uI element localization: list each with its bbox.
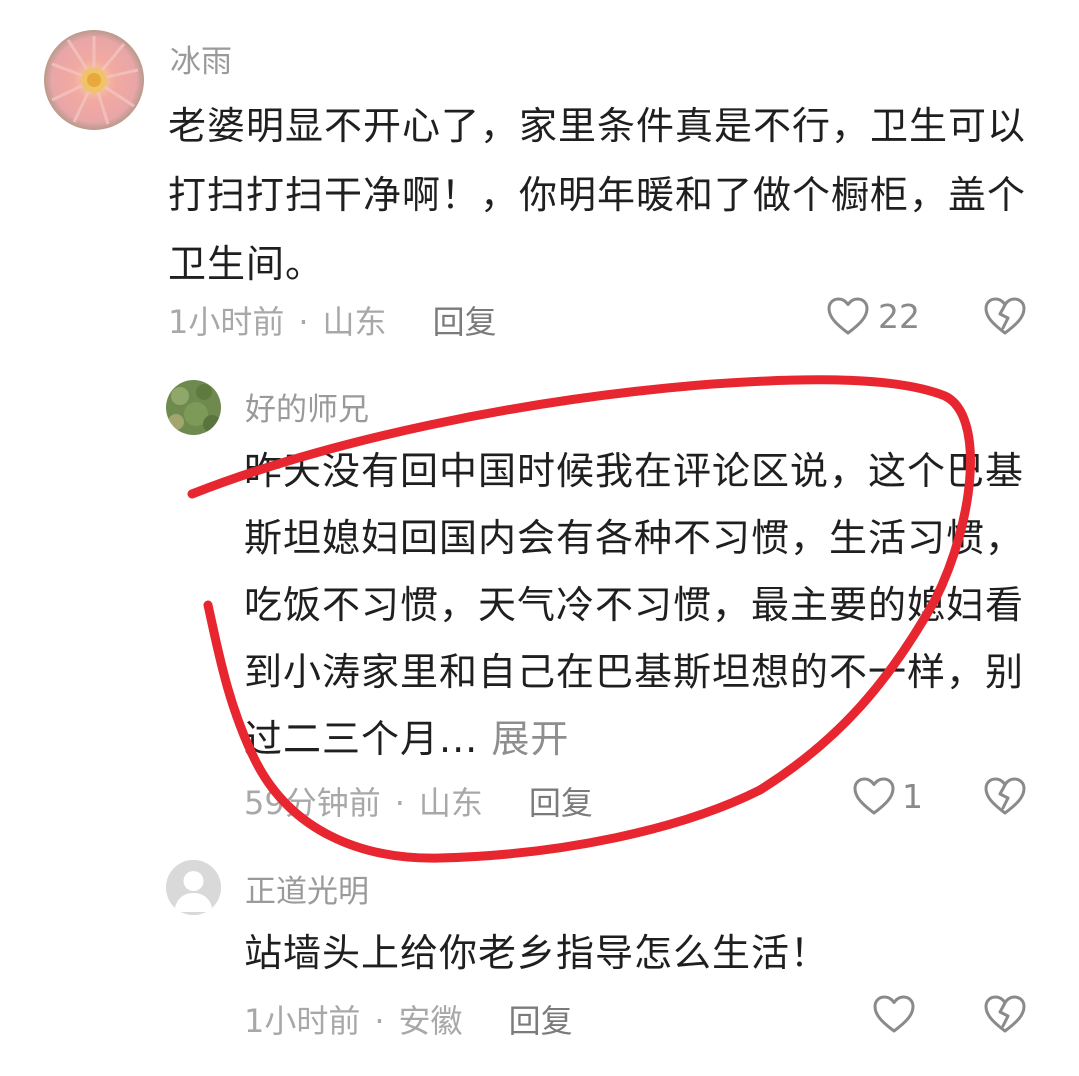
meta-separator: · [374,1002,385,1040]
broken-heart-icon [984,995,1026,1033]
comment-username[interactable]: 正道光明 [245,866,369,911]
comment-text: 站墙头上给你老乡指导怎么生活！ [244,931,830,975]
dislike-button[interactable] [983,776,1027,816]
reply-button[interactable]: 回复 [433,303,497,341]
comment-text: 老婆明显不开心了，家里条件真是不行，卫生可以打扫打扫干净啊！，你明年暖和了做个橱… [168,104,1027,286]
comment-text-body: 昨天没有回中国时候我在评论区说，这个巴基斯坦媳妇回国内会有各种不习惯，生活习惯，… [244,449,1025,761]
heart-outline-icon [827,297,869,335]
reply-button[interactable]: 回复 [509,1002,573,1040]
comment-time: 59分钟前 [244,784,381,822]
comment-time: 1小时前 [168,303,285,341]
like-button[interactable]: 1 [852,776,923,816]
chrysanthemum-flower-avatar [44,30,144,130]
meta-separator: · [298,303,309,341]
green-grass-avatar [166,380,221,435]
like-button[interactable] [872,994,916,1034]
comment-location: 安徽 [398,1002,463,1040]
heart-outline-icon [853,777,895,815]
avatar[interactable] [166,380,221,435]
comment-meta: 59分钟前 · 山东 回复 [244,778,593,824]
avatar[interactable] [44,30,144,130]
comment-location: 山东 [418,784,483,822]
expand-button[interactable]: 展开 [491,717,569,761]
dislike-button[interactable] [983,296,1027,336]
like-button[interactable]: 22 [826,296,920,336]
comment-username[interactable]: 好的师兄 [245,384,369,429]
reply-button[interactable]: 回复 [529,784,593,822]
default-user-avatar [166,860,221,915]
broken-heart-icon [984,297,1026,335]
meta-separator: · [394,784,405,822]
comment-username[interactable]: 冰雨 [170,36,232,81]
comment-text: 昨天没有回中国时候我在评论区说，这个巴基斯坦媳妇回国内会有各种不习惯，生活习惯，… [244,438,1034,773]
comment-location: 山东 [322,303,387,341]
heart-outline-icon [873,995,915,1033]
dislike-button[interactable] [983,994,1027,1034]
like-count: 22 [878,296,920,336]
broken-heart-icon [984,777,1026,815]
comment-meta: 1小时前 · 安徽 回复 [244,996,573,1042]
like-count: 1 [902,776,923,816]
comment-time: 1小时前 [244,1002,361,1040]
avatar[interactable] [166,860,221,915]
comment-meta: 1小时前 · 山东 回复 [168,297,497,343]
